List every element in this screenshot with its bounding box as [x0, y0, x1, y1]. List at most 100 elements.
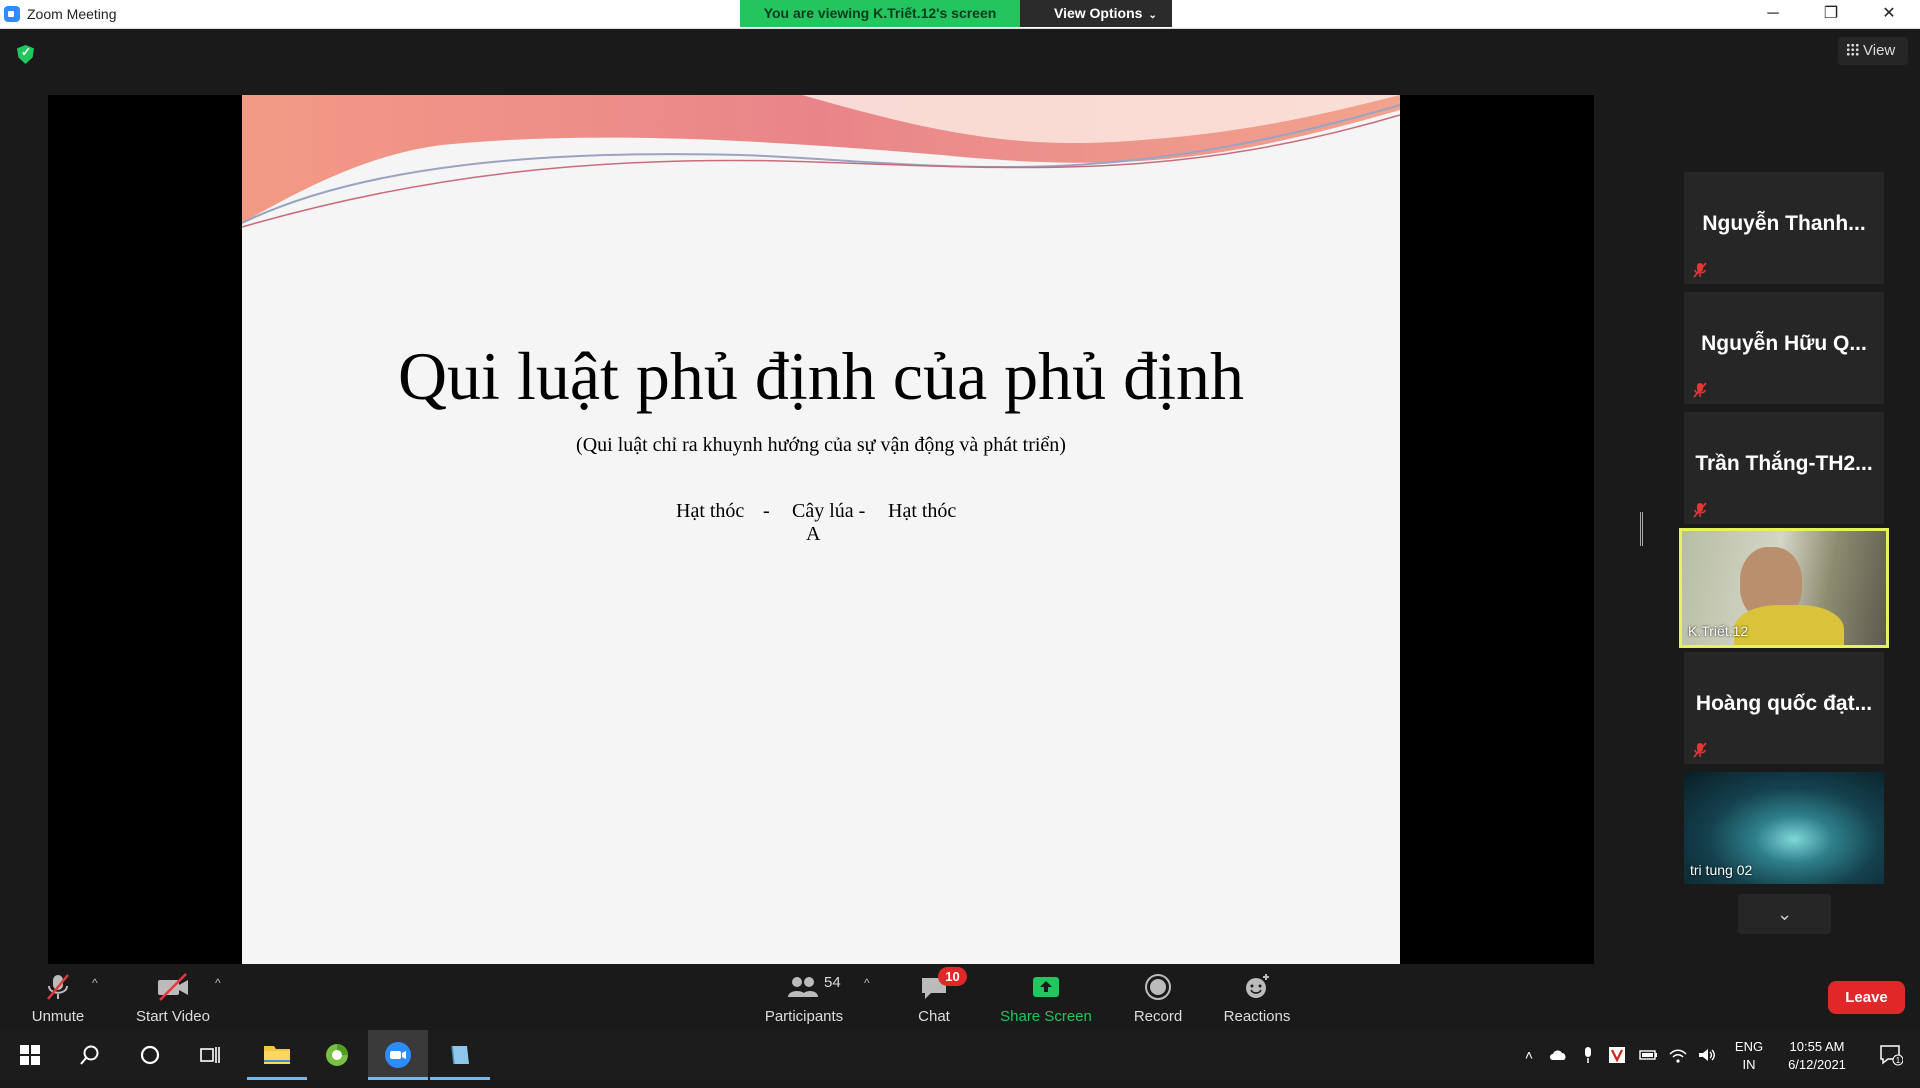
notification-count: 1: [1896, 1056, 1901, 1065]
cortana-button[interactable]: [120, 1030, 180, 1080]
slide-item-2-sub: A: [806, 523, 821, 545]
chevron-up-icon[interactable]: ˄: [1519, 1046, 1539, 1064]
keyboard-layout: IN: [1742, 1057, 1756, 1072]
participant-name: Hoàng quốc đạt...: [1695, 692, 1873, 715]
title-bar: Zoom Meeting You are viewing K.Triết.12'…: [0, 0, 1920, 29]
unmute-label: Unmute: [31, 1008, 85, 1025]
presentation-slide: Qui luật phủ định của phủ định (Qui luật…: [242, 95, 1400, 964]
participants-options-caret[interactable]: ^: [864, 976, 870, 990]
view-label: View: [1863, 42, 1896, 59]
audio-options-caret[interactable]: ^: [92, 976, 98, 990]
start-video-label: Start Video: [136, 1008, 210, 1025]
window-title: Zoom Meeting: [27, 6, 117, 22]
zoom-icon: [385, 1042, 411, 1068]
share-screen-label: Share Screen: [1000, 1008, 1092, 1025]
participant-tile[interactable]: Trần Thắng-TH2...: [1684, 412, 1884, 524]
mic-muted-icon: [1693, 262, 1707, 278]
participants-icon: [788, 977, 818, 997]
security-shield-icon[interactable]: [17, 45, 34, 64]
record-icon: [1145, 974, 1171, 1000]
participant-video-tile[interactable]: tri tung 02: [1684, 772, 1884, 884]
reactions-icon: [1246, 974, 1269, 998]
shared-screen-area: Qui luật phủ định của phủ định (Qui luật…: [48, 95, 1594, 964]
participant-tile[interactable]: Hoàng quốc đạt...: [1684, 652, 1884, 764]
participant-tile[interactable]: Nguyễn Thanh...: [1684, 172, 1884, 284]
reactions-label: Reactions: [1223, 1008, 1291, 1025]
participants-label: Participants: [764, 1008, 844, 1025]
participant-name: tri tung 02: [1690, 862, 1753, 878]
minimize-button[interactable]: ─: [1744, 0, 1802, 28]
slide-subtitle: (Qui luật chỉ ra khuynh hướng của sự vận…: [576, 434, 1066, 456]
reactions-button[interactable]: Reactions: [1222, 964, 1292, 1030]
slide-item-1: Hạt thóc: [676, 500, 745, 522]
viewing-screen-banner: You are viewing K.Triết.12's screen: [740, 0, 1020, 27]
mic-muted-icon: [1693, 382, 1707, 398]
slide-title: Qui luật phủ định của phủ định: [397, 338, 1245, 414]
battery-icon[interactable]: [1638, 1046, 1658, 1064]
close-button[interactable]: ✕: [1860, 0, 1918, 28]
mic-muted-icon: [1693, 742, 1707, 758]
volume-icon[interactable]: [1697, 1046, 1717, 1064]
start-button[interactable]: [0, 1030, 60, 1080]
windows-taskbar: ˄ ENG IN 10:55 AM 6/12/2021 1: [0, 1030, 1920, 1080]
record-button[interactable]: Record: [1126, 964, 1190, 1030]
browser-icon: [326, 1044, 348, 1066]
chat-label: Chat: [918, 1008, 950, 1025]
taskbar-browser[interactable]: [307, 1030, 367, 1080]
participants-count: 54: [824, 974, 841, 991]
participant-name: Nguyễn Thanh...: [1702, 212, 1866, 235]
antivirus-icon[interactable]: [1607, 1046, 1627, 1064]
video-options-caret[interactable]: ^: [215, 976, 221, 990]
language-code: ENG: [1734, 1039, 1764, 1054]
video-off-icon: [158, 973, 188, 1001]
mic-muted-icon: [47, 974, 69, 1000]
cortana-circle-icon: [140, 1045, 160, 1065]
task-view-icon: [200, 1047, 220, 1063]
view-options-label: View Options: [1054, 5, 1143, 21]
microphone-icon[interactable]: [1578, 1046, 1598, 1064]
onedrive-cloud-icon[interactable]: [1548, 1046, 1568, 1064]
wifi-icon[interactable]: [1668, 1046, 1688, 1064]
action-center-button[interactable]: 1: [1868, 1030, 1914, 1080]
taskbar-zoom[interactable]: [368, 1030, 428, 1080]
system-clock[interactable]: 10:55 AM 6/12/2021: [1772, 1038, 1862, 1074]
folder-icon: [264, 1046, 290, 1064]
view-options-button[interactable]: View Options ⌄: [1020, 0, 1172, 27]
notification-icon: 1: [1880, 1045, 1904, 1066]
input-language[interactable]: ENG IN: [1732, 1038, 1766, 1074]
slide-header-decoration: [242, 95, 1400, 228]
zoom-app-icon: [4, 6, 20, 22]
taskbar-app[interactable]: [430, 1030, 490, 1080]
task-view-button[interactable]: [180, 1030, 240, 1080]
start-video-button[interactable]: Start Video: [133, 964, 213, 1030]
participant-name: Trần Thắng-TH2...: [1695, 452, 1873, 475]
clock-date: 6/12/2021: [1788, 1057, 1846, 1072]
clock-time: 10:55 AM: [1789, 1039, 1845, 1054]
gallery-scroll-down-button[interactable]: ⌄: [1738, 894, 1831, 934]
slide-dash: -: [763, 500, 770, 522]
participant-tile[interactable]: Nguyễn Hữu Q...: [1684, 292, 1884, 404]
participant-name: K.Triết.12: [1688, 623, 1749, 639]
panel-resize-handle[interactable]: [1640, 512, 1643, 546]
leave-button[interactable]: Leave: [1828, 981, 1905, 1014]
share-screen-button[interactable]: Share Screen: [996, 964, 1096, 1030]
view-layout-button[interactable]: View: [1838, 37, 1908, 65]
taskbar-file-explorer[interactable]: [247, 1030, 307, 1080]
windows-logo-icon: [20, 1045, 40, 1065]
chevron-down-icon: ⌄: [1776, 904, 1793, 924]
chat-unread-badge: 10: [938, 967, 967, 986]
search-button[interactable]: [60, 1030, 120, 1080]
participant-name: Nguyễn Hữu Q...: [1701, 332, 1867, 355]
chevron-down-icon: ⌄: [1148, 10, 1157, 21]
unmute-button[interactable]: Unmute: [22, 964, 94, 1030]
slide-item-2: Cây lúa -: [792, 500, 866, 522]
record-label: Record: [1133, 1008, 1183, 1025]
participant-video-tile-active-speaker[interactable]: K.Triết.12: [1679, 528, 1889, 648]
grid-icon: [1846, 43, 1859, 56]
search-icon: [80, 1045, 99, 1065]
share-screen-icon: [1033, 977, 1059, 997]
mic-muted-icon: [1693, 502, 1707, 518]
restore-button[interactable]: ❐: [1802, 0, 1860, 28]
notepad-icon: [451, 1045, 469, 1065]
slide-item-3: Hạt thóc: [888, 500, 957, 522]
